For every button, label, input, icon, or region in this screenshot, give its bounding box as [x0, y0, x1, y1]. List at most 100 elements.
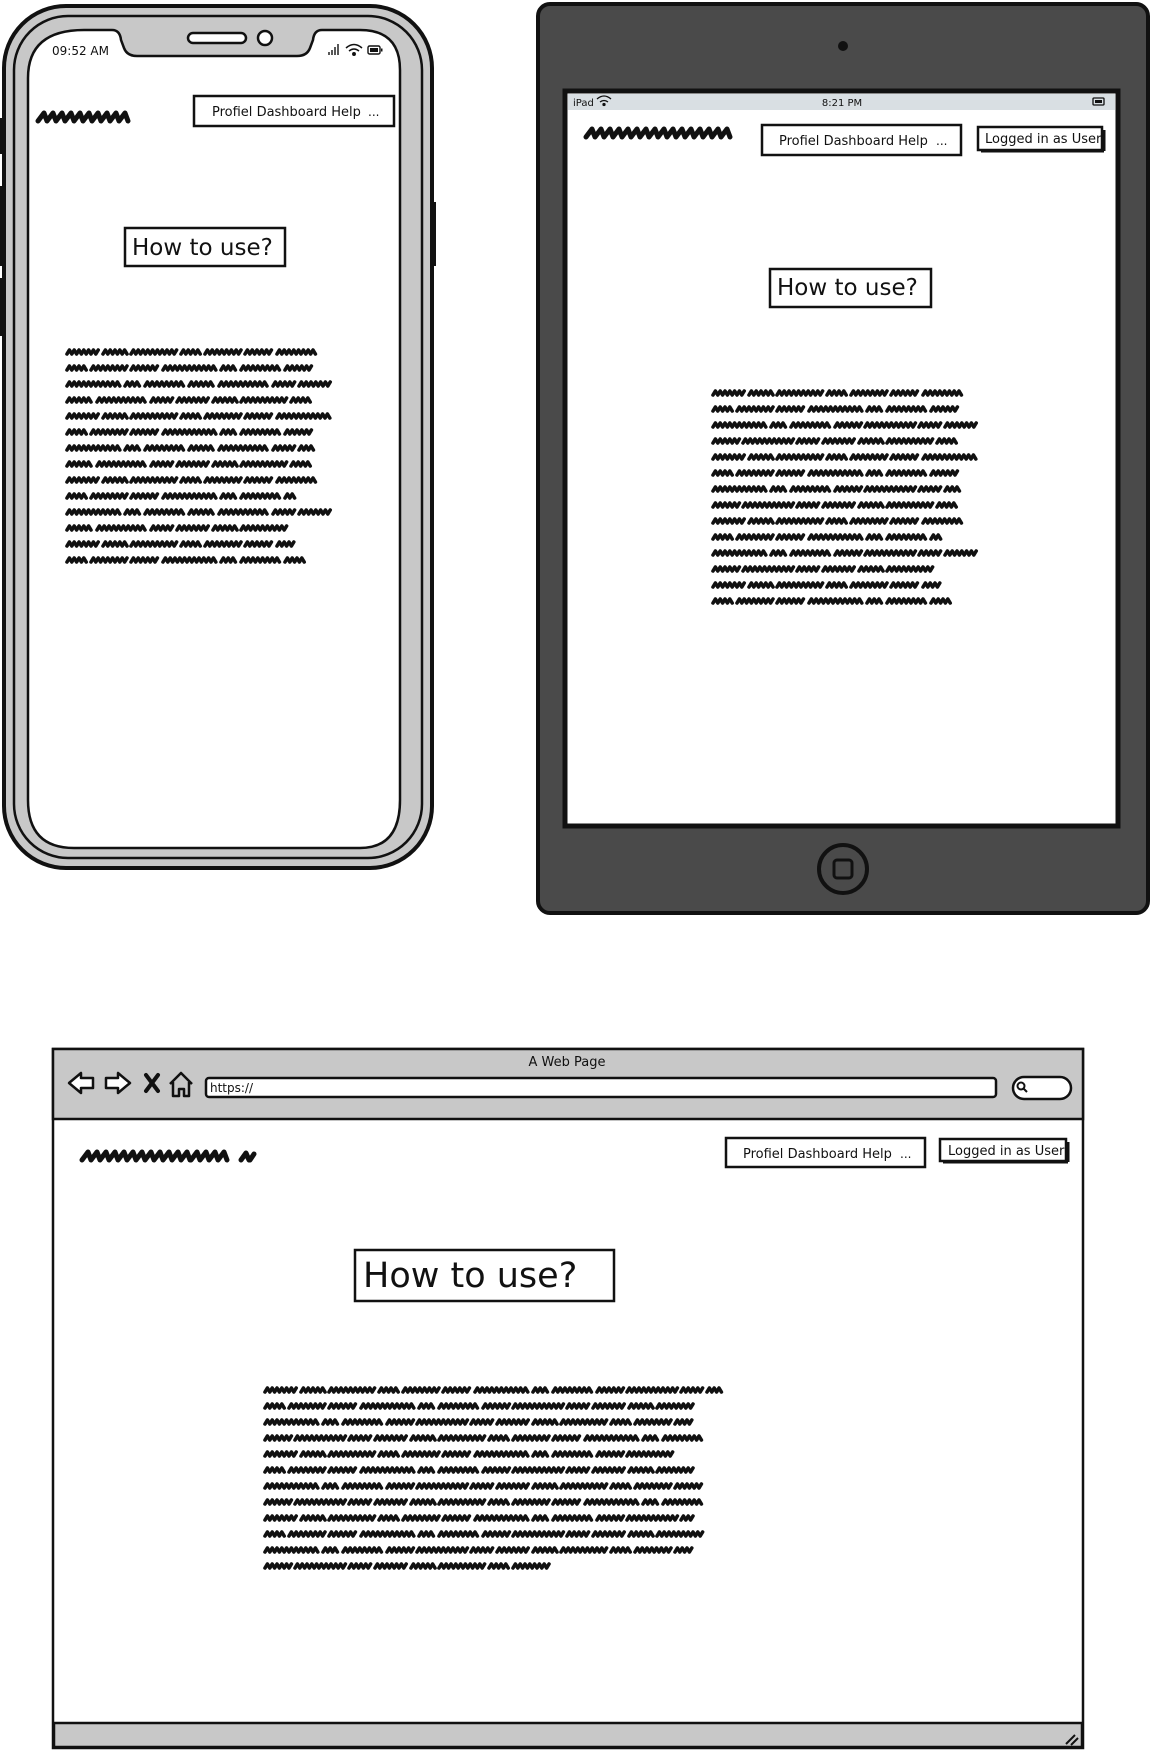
scribble-word [863, 421, 918, 429]
url-bar[interactable] [204, 1076, 998, 1099]
scribble-word [825, 389, 848, 397]
scribble-word [747, 389, 775, 397]
scribble-word [531, 1514, 550, 1522]
scribble-word [243, 540, 274, 548]
browser-nav-menu[interactable]: Profiel Dashboard Help ... [724, 1136, 927, 1169]
scribble-word [297, 508, 332, 516]
scribble-word [161, 428, 218, 436]
scribble-word [551, 1386, 594, 1394]
login-status-button[interactable]: Logged in as User [976, 125, 1106, 153]
scribble-word [627, 1466, 655, 1474]
scribble-word [203, 540, 243, 548]
scribble-word [239, 460, 289, 468]
nav-more-button[interactable]: ... [900, 1147, 911, 1161]
scribble-word [609, 1546, 632, 1554]
scribble-word [795, 437, 821, 445]
page-heading: How to use? [132, 235, 273, 261]
scribble-word [401, 1450, 441, 1458]
scribble-word [711, 437, 742, 445]
scribble-word [293, 1498, 348, 1506]
scribble-word [711, 565, 742, 573]
side-button-icon [430, 202, 436, 266]
phone-status-time: 09:52 AM [52, 44, 109, 58]
search-button[interactable] [1011, 1075, 1073, 1101]
scribble-word [511, 1562, 551, 1570]
scribble-word [175, 460, 210, 468]
scribble-word [775, 581, 825, 589]
scribble-word [487, 1434, 510, 1442]
scribble-word [219, 556, 238, 564]
scribble-word [101, 476, 129, 484]
scribble-word [943, 485, 962, 493]
scribble-word [263, 1498, 294, 1506]
nav-item-dashboard[interactable]: Dashboard [788, 1147, 859, 1162]
scribble-word [417, 1402, 436, 1410]
nav-item-profiel[interactable]: Profiel [212, 105, 252, 120]
scribble-word [885, 469, 928, 477]
nav-more-button[interactable]: ... [936, 134, 947, 148]
scribble-word [271, 444, 297, 452]
scribble-word [297, 444, 316, 452]
nav-item-profiel[interactable]: Profiel [779, 134, 819, 149]
scribble-word [65, 508, 122, 516]
scribble-word [741, 501, 796, 509]
nav-item-help[interactable]: Help [331, 105, 361, 120]
scribble-word [65, 348, 100, 356]
scribble-word [789, 485, 832, 493]
scribble-word [219, 428, 238, 436]
browser-status-bar [52, 1721, 1084, 1749]
scribble-word [795, 565, 821, 573]
scribble-word [327, 1402, 358, 1410]
scribble-word [833, 485, 864, 493]
scribble-word [627, 1530, 655, 1538]
scribble-word [655, 1402, 695, 1410]
nav-item-dashboard[interactable]: Dashboard [824, 134, 895, 149]
scribble-word [531, 1418, 559, 1426]
scribble-word [849, 581, 889, 589]
scribble-word [203, 348, 243, 356]
nav-more-button[interactable]: ... [368, 105, 379, 119]
scribble-word [347, 1434, 373, 1442]
scribble-word [865, 469, 884, 477]
page-heading: How to use? [363, 1256, 577, 1296]
scribble-word [373, 1498, 408, 1506]
nav-item-dashboard[interactable]: Dashboard [257, 105, 328, 120]
scribble-word [775, 517, 825, 525]
phone-nav-menu[interactable]: Profiel Dashboard Help ... [192, 94, 396, 128]
nav-item-help[interactable]: Help [898, 134, 928, 149]
scribble-word [373, 1434, 408, 1442]
scribble-word [863, 485, 918, 493]
scribble-word [775, 453, 825, 461]
tablet-device-label: iPad [573, 98, 594, 109]
scribble-word [211, 396, 239, 404]
scribble-word [299, 1386, 327, 1394]
scribble-word [385, 1546, 416, 1554]
scribble-word [641, 1498, 660, 1506]
wireframe-canvas: 09:52 AM Profiel Dashboard Help ... How … [0, 2, 1150, 1750]
scribble-word [175, 396, 210, 404]
tablet-nav-menu[interactable]: Profiel Dashboard Help ... [760, 123, 963, 157]
scribble-word [129, 428, 160, 436]
scribble-word [551, 1514, 594, 1522]
scribble-word [481, 1402, 512, 1410]
scribble-word [591, 1402, 626, 1410]
nav-item-profiel[interactable]: Profiel [743, 1147, 783, 1162]
scribble-word [179, 476, 202, 484]
scribble-word [625, 1514, 680, 1522]
nav-item-help[interactable]: Help [862, 1147, 892, 1162]
scribble-word [415, 1418, 470, 1426]
scribble-word [275, 540, 296, 548]
login-status-button[interactable]: Logged in as User [938, 1137, 1070, 1164]
scribble-word [825, 517, 848, 525]
scribble-word [857, 501, 885, 509]
scribble-word [481, 1466, 512, 1474]
scribble-word [415, 1482, 470, 1490]
scribble-word [263, 1402, 286, 1410]
scribble-word [401, 1514, 441, 1522]
scribble-word [299, 1514, 327, 1522]
scribble-word [679, 1386, 705, 1394]
scribble-word [341, 1546, 384, 1554]
scribble-word [885, 597, 928, 605]
scribble-word [885, 405, 928, 413]
scribble-word [789, 421, 832, 429]
